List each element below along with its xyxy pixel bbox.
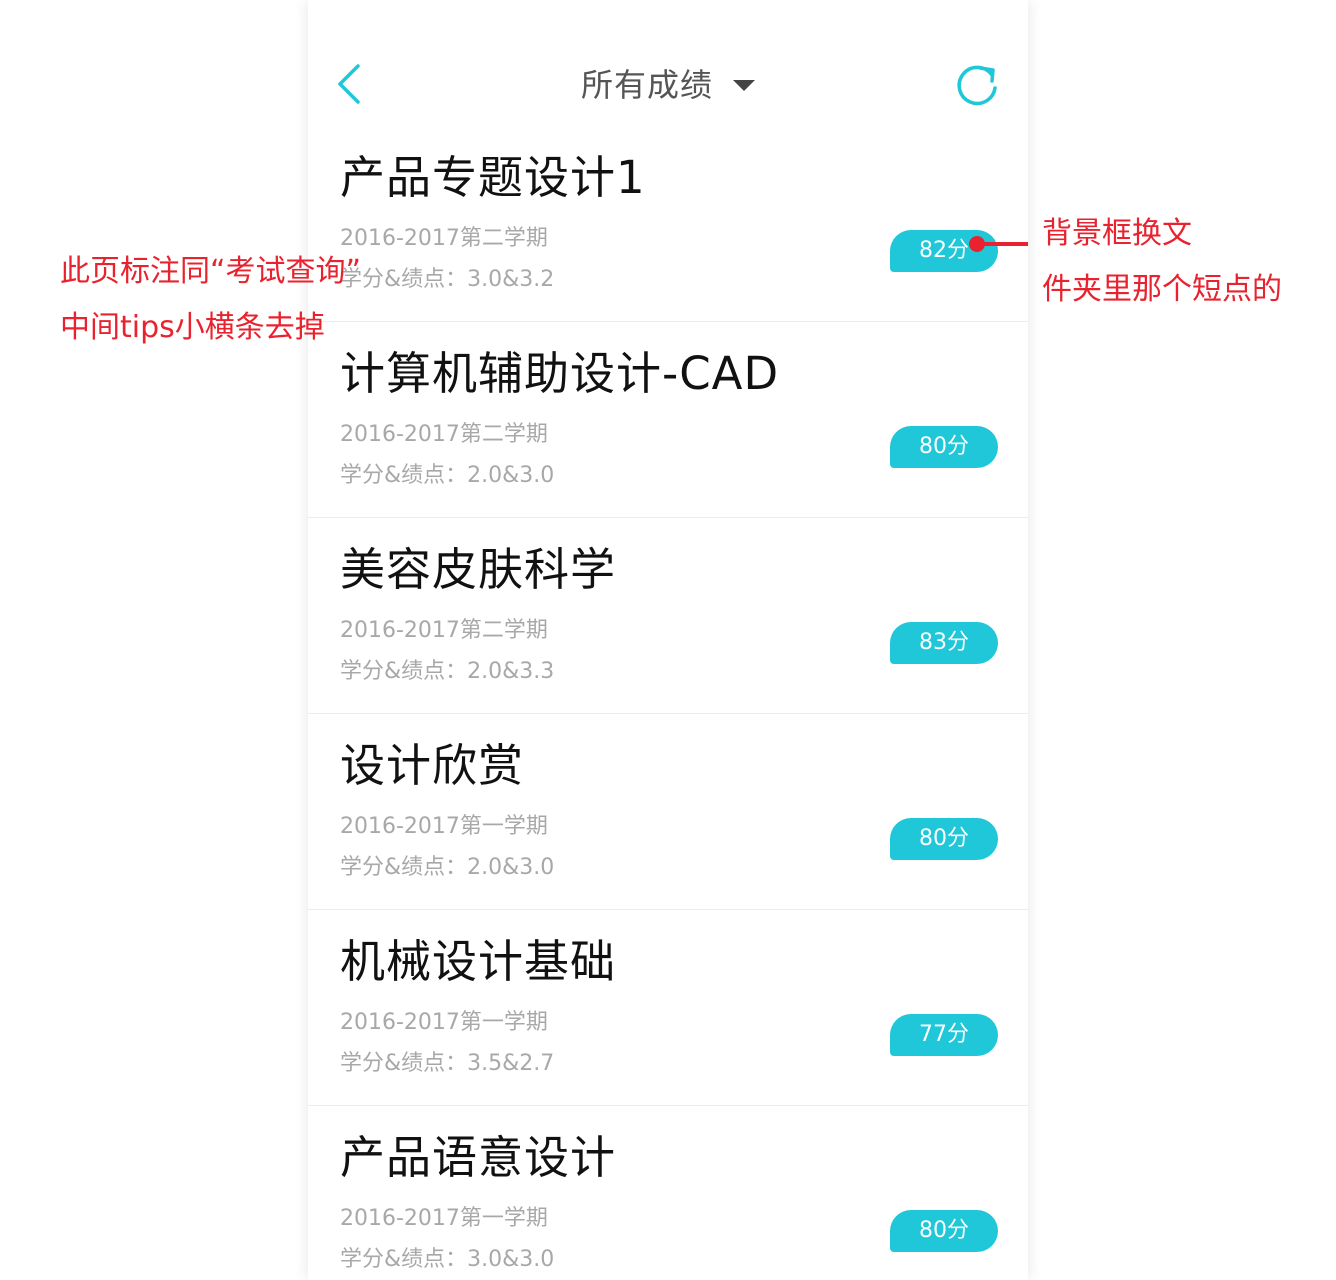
grade-list-item[interactable]: 设计欣赏 2016-2017第一学期 学分&绩点：2.0&3.0 80分	[308, 714, 1028, 910]
annotation-line: 中间tips小横条去掉	[60, 310, 325, 345]
course-term: 2016-2017第二学期	[340, 618, 548, 643]
grade-list-item[interactable]: 美容皮肤科学 2016-2017第二学期 学分&绩点：2.0&3.3 83分	[308, 518, 1028, 714]
page-title: 所有成绩	[580, 66, 713, 104]
credit-label: 学分&绩点：	[340, 463, 468, 488]
credit-label: 学分&绩点：	[340, 1247, 468, 1272]
credit-label: 学分&绩点：	[340, 659, 468, 684]
grade-list-item[interactable]: 计算机辅助设计-CAD 2016-2017第二学期 学分&绩点：2.0&3.0 …	[308, 322, 1028, 518]
annotation-note-right: 背景框换文 件夹里那个短点的	[1042, 206, 1282, 318]
caret-down-icon	[733, 79, 755, 91]
refresh-icon	[957, 65, 997, 106]
course-credit: 学分&绩点：2.0&3.0	[340, 851, 554, 885]
course-credit: 学分&绩点：3.5&2.7	[340, 1047, 554, 1081]
credit-value: 2.0&3.3	[467, 659, 555, 684]
annotation-note-left: 此页标注同“考试查询” 中间tips小横条去掉	[60, 244, 361, 356]
phone-screen: 所有成绩 产品专题设计1 2016-2017第二学期 学分&绩点：3.0&3.2…	[308, 0, 1028, 1280]
credit-value: 2.0&3.0	[467, 463, 555, 488]
nav-header: 所有成绩	[308, 0, 1028, 140]
grade-list-item[interactable]: 产品专题设计1 2016-2017第二学期 学分&绩点：3.0&3.2 82分	[308, 126, 1028, 322]
score-badge: 80分	[890, 426, 998, 468]
course-name: 计算机辅助设计-CAD	[340, 347, 780, 400]
course-name: 产品专题设计1	[340, 151, 646, 204]
credit-value: 2.0&3.0	[467, 855, 555, 880]
score-badge: 80分	[890, 818, 998, 860]
grade-list: 产品专题设计1 2016-2017第二学期 学分&绩点：3.0&3.2 82分 …	[308, 126, 1028, 1280]
annotation-line: 此页标注同“考试查询”	[60, 254, 362, 289]
course-term: 2016-2017第一学期	[340, 1010, 548, 1035]
course-name: 机械设计基础	[340, 935, 617, 988]
score-badge: 80分	[890, 1210, 998, 1252]
annotation-pointer-dot	[969, 236, 985, 252]
score-badge: 82分	[890, 230, 998, 272]
course-term: 2016-2017第二学期	[340, 422, 548, 447]
credit-label: 学分&绩点：	[340, 855, 468, 880]
score-badge: 77分	[890, 1014, 998, 1056]
course-credit: 学分&绩点：3.0&3.0	[340, 1243, 554, 1277]
course-name: 产品语意设计	[340, 1131, 617, 1184]
grade-list-item[interactable]: 机械设计基础 2016-2017第一学期 学分&绩点：3.5&2.7 77分	[308, 910, 1028, 1106]
course-term: 2016-2017第一学期	[340, 1206, 548, 1231]
annotation-line: 件夹里那个短点的	[1042, 272, 1282, 307]
credit-label: 学分&绩点：	[340, 1051, 468, 1076]
annotation-pointer-line	[978, 242, 1028, 246]
score-badge: 83分	[890, 622, 998, 664]
credit-value: 3.0&3.2	[467, 267, 555, 292]
course-credit: 学分&绩点：2.0&3.0	[340, 459, 554, 493]
course-name: 设计欣赏	[340, 739, 525, 792]
credit-value: 3.5&2.7	[467, 1051, 555, 1076]
annotation-line: 背景框换文	[1042, 216, 1192, 251]
course-term: 2016-2017第二学期	[340, 226, 548, 251]
course-term: 2016-2017第一学期	[340, 814, 548, 839]
course-name: 美容皮肤科学	[340, 543, 617, 596]
grade-list-item[interactable]: 产品语意设计 2016-2017第一学期 学分&绩点：3.0&3.0 80分	[308, 1106, 1028, 1280]
refresh-button[interactable]	[954, 62, 1002, 110]
credit-value: 3.0&3.0	[467, 1247, 555, 1272]
grade-filter-dropdown[interactable]: 所有成绩	[308, 62, 1028, 108]
course-credit: 学分&绩点：3.0&3.2	[340, 263, 554, 297]
course-credit: 学分&绩点：2.0&3.3	[340, 655, 554, 689]
